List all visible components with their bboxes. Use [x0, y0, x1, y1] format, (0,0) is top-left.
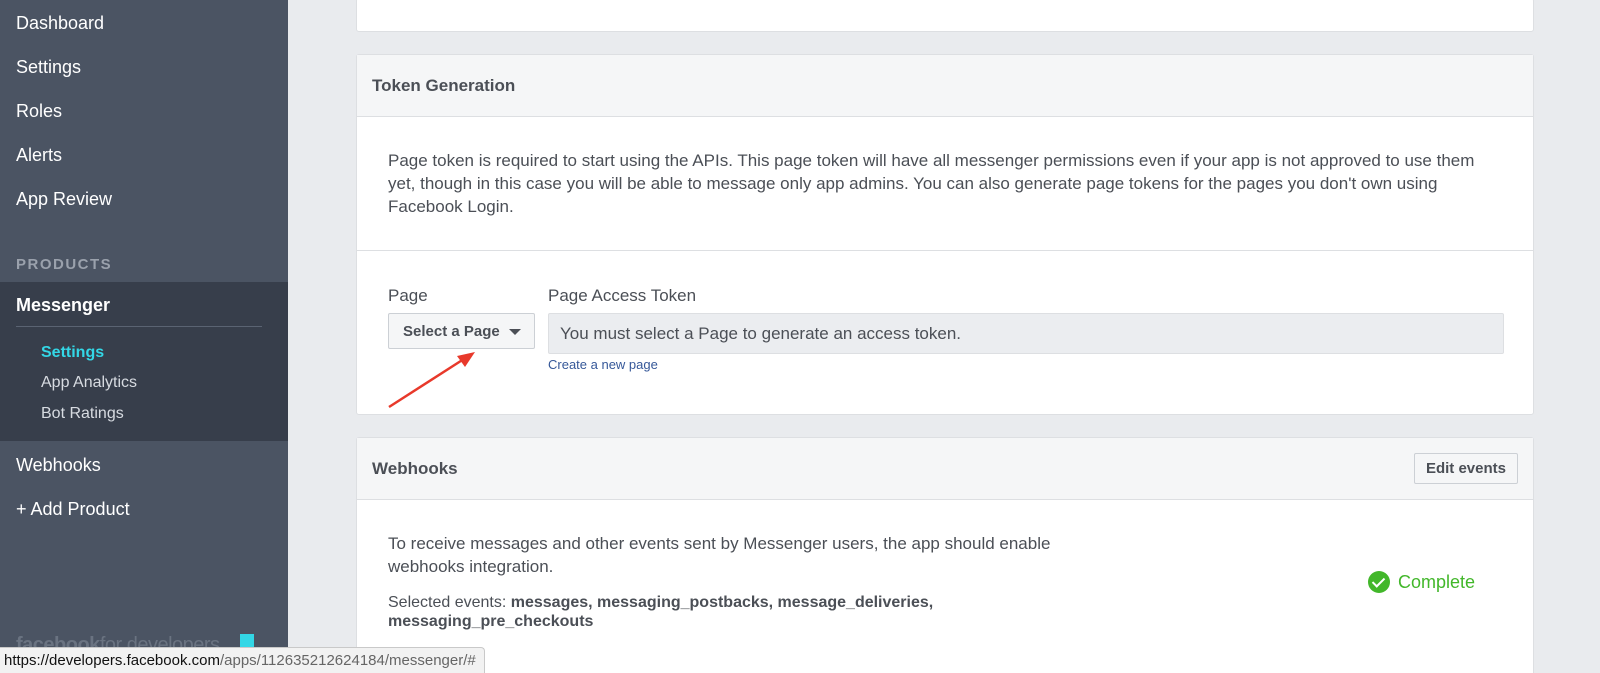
select-page-label: Select a Page: [403, 323, 500, 340]
sidebar: Dashboard Settings Roles Alerts App Revi…: [0, 0, 288, 673]
page-access-token-label: Page Access Token: [548, 286, 697, 305]
sidebar-item-settings[interactable]: Settings: [16, 57, 81, 78]
check-circle-icon: [1368, 571, 1390, 593]
select-page-dropdown[interactable]: Select a Page: [388, 313, 535, 349]
status-label: Complete: [1398, 571, 1476, 592]
products-section-label: PRODUCTS: [16, 256, 113, 273]
webhooks-header: Webhooks Edit events: [357, 438, 1533, 500]
sidebar-item-alerts[interactable]: Alerts: [16, 145, 62, 166]
sidebar-item-dashboard[interactable]: Dashboard: [16, 13, 104, 34]
create-new-page-link[interactable]: Create a new page: [548, 357, 658, 372]
token-description: Page token is required to start using th…: [388, 151, 1475, 216]
browser-status-bar: https://developers.facebook.com/apps/112…: [0, 647, 485, 673]
red-arrow-annotation: [388, 352, 475, 409]
edit-events-button[interactable]: Edit events: [1413, 453, 1518, 484]
previous-panel: [356, 0, 1534, 32]
logo-square-icon: [240, 634, 254, 648]
sidebar-subitem-settings[interactable]: Settings: [41, 344, 104, 362]
webhooks-title: Webhooks: [372, 459, 458, 478]
webhooks-status: Complete: [1368, 571, 1475, 593]
status-url-host: https://developers.facebook.com: [4, 652, 220, 669]
token-generation-title: Token Generation: [372, 76, 516, 95]
token-generation-panel: Token Generation Page token is required …: [356, 54, 1534, 415]
add-product-button[interactable]: + Add Product: [16, 499, 130, 520]
sidebar-item-app-review[interactable]: App Review: [16, 189, 112, 210]
caret-down-icon: [509, 329, 521, 335]
selected-events: Selected events: messages, messaging_pos…: [388, 593, 1008, 631]
messenger-product-group: Messenger Settings App Analytics Bot Rat…: [0, 282, 288, 441]
sidebar-item-messenger[interactable]: Messenger: [16, 295, 110, 316]
token-generation-header: Token Generation: [357, 55, 1533, 117]
page-access-token-input[interactable]: [548, 313, 1504, 354]
page-label: Page: [388, 286, 428, 305]
product-divider: [16, 326, 262, 327]
sidebar-subitem-bot-ratings[interactable]: Bot Ratings: [41, 405, 124, 423]
status-url-path: /apps/112635212624184/messenger/#: [219, 652, 476, 669]
webhooks-panel: Webhooks Edit events To receive messages…: [356, 437, 1534, 673]
sidebar-item-webhooks[interactable]: Webhooks: [16, 455, 101, 476]
sidebar-subitem-app-analytics[interactable]: App Analytics: [41, 374, 137, 392]
webhooks-description: To receive messages and other events sen…: [388, 534, 1051, 576]
selected-events-prefix: Selected events:: [388, 594, 511, 611]
sidebar-item-roles[interactable]: Roles: [16, 101, 62, 122]
token-divider: [357, 250, 1533, 251]
